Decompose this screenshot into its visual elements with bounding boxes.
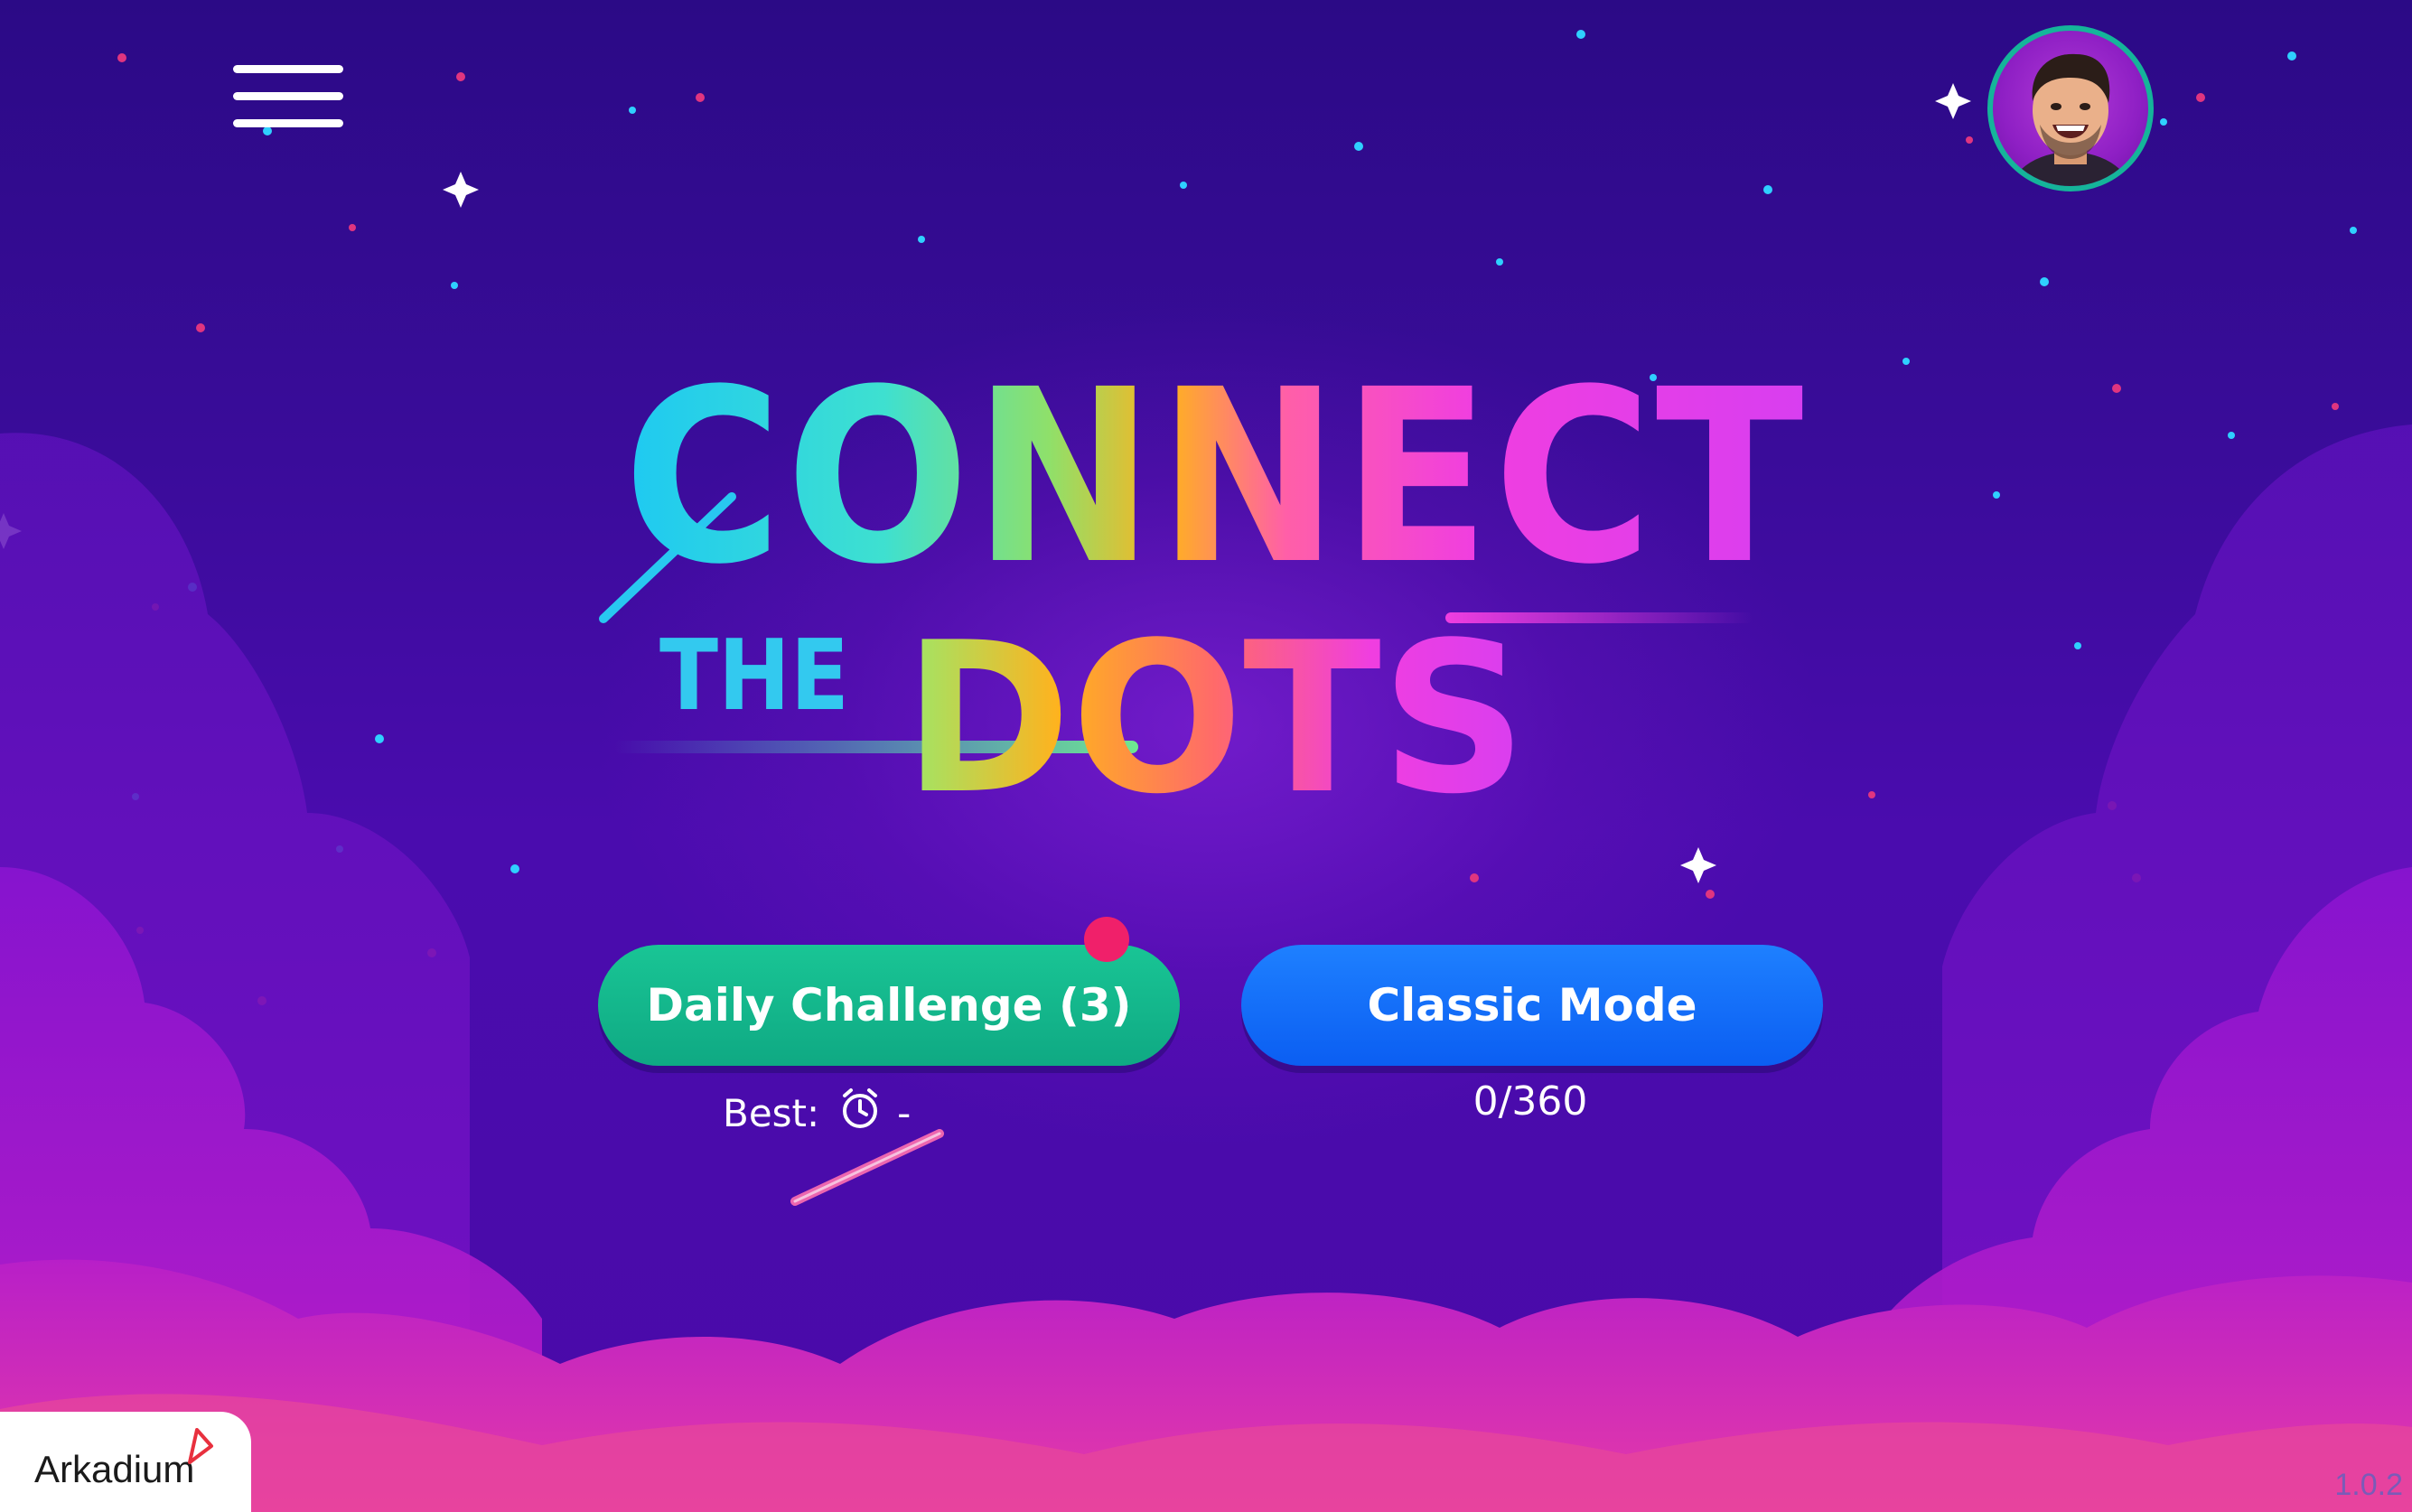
daily-best-time: Best: - [723, 1084, 911, 1142]
best-label: Best: [723, 1090, 820, 1135]
arkadium-flag-icon [188, 1428, 213, 1464]
logo-line2-dots: DOTS [903, 599, 1527, 813]
classic-progress: 0/360 [1472, 1078, 1588, 1125]
arkadium-logo-link[interactable]: Arkadium [0, 1412, 251, 1512]
daily-challenge-label: Daily Challenge (3) [646, 979, 1132, 1031]
classic-mode-button[interactable]: Classic Mode [1241, 945, 1823, 1066]
game-screen: CONNECT THE DOTS Daily Challenge (3) Cla… [0, 0, 2412, 1512]
user-avatar[interactable] [1987, 25, 2154, 191]
logo-line1: CONNECT [623, 343, 1807, 617]
stopwatch-icon [839, 1086, 881, 1140]
best-value: - [897, 1090, 912, 1135]
connect-the-dots-logo: CONNECT THE DOTS [599, 343, 1807, 813]
classic-mode-label: Classic Mode [1367, 979, 1697, 1031]
daily-challenge-button[interactable]: Daily Challenge (3) [598, 945, 1180, 1066]
notification-badge [1084, 917, 1129, 962]
version-label: 1.0.2 [2334, 1468, 2403, 1502]
hamburger-menu-icon[interactable] [233, 63, 345, 128]
publisher-name: Arkadium [34, 1448, 195, 1490]
avatar-face-icon [2009, 53, 2132, 186]
logo-line2-the: THE [659, 620, 849, 733]
